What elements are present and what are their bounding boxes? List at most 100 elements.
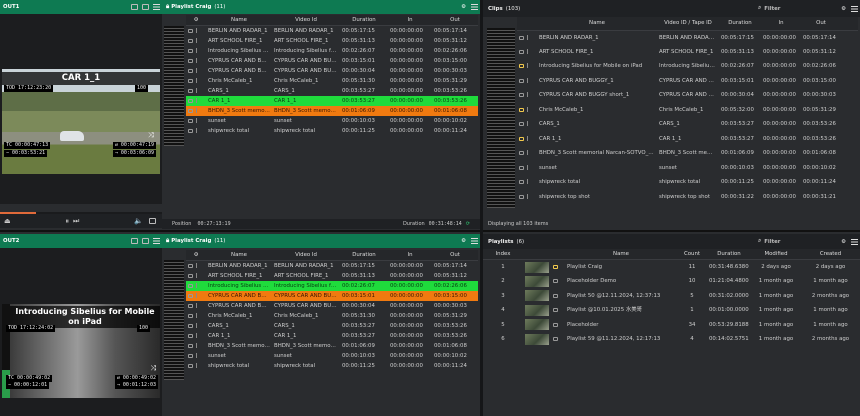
lock-icon[interactable]: [188, 274, 193, 278]
table-row[interactable]: CYPRUS CAR AND BUG... CYPRUS CAR AND BUG.…: [186, 291, 478, 301]
column-header-name[interactable]: Name: [206, 15, 272, 26]
table-row[interactable]: shipwreck total shipwreck total 00:00:11:2…: [186, 361, 478, 371]
column-header-duration[interactable]: Duration: [719, 17, 761, 31]
table-row[interactable]: 3 Playlist 50 @12.11.2024, 12:37:13 5 00:31…: [483, 289, 860, 304]
volume-icon[interactable]: 🔈: [134, 217, 143, 225]
pin-icon[interactable]: [527, 106, 528, 112]
pin-icon[interactable]: [527, 164, 528, 170]
pin-icon[interactable]: [196, 293, 197, 298]
pin-icon[interactable]: [196, 68, 197, 73]
settings-icon[interactable]: ⚙: [461, 238, 466, 244]
column-header-duration[interactable]: Duration: [340, 15, 388, 26]
popout-icon[interactable]: [142, 4, 149, 10]
pin-icon[interactable]: [527, 150, 528, 156]
popout-icon[interactable]: [142, 238, 149, 244]
clips-filter[interactable]: ⌕ Filter: [758, 5, 838, 12]
menu-icon[interactable]: [153, 4, 160, 10]
row-icons[interactable]: [186, 116, 206, 126]
column-header-out[interactable]: Out: [432, 15, 478, 26]
skip-next-icon[interactable]: ⏭: [73, 217, 79, 226]
pin-icon[interactable]: [527, 77, 528, 83]
table-row[interactable]: CYPRUS CAR AND BUGGY_1 CYPRUS CAR AND BUG…: [517, 74, 858, 89]
table-row[interactable]: Chris McCaleb_1 Chris McCaleb_1 00:05:31:3…: [186, 76, 478, 86]
menu-icon[interactable]: [471, 238, 478, 244]
table-row[interactable]: BHDN_3 Scott memorial... BHDN_3 Scott mem…: [186, 341, 478, 351]
column-header-index[interactable]: Index: [483, 249, 523, 260]
row-lock[interactable]: [551, 289, 565, 304]
row-icons[interactable]: [517, 74, 537, 89]
row-icons[interactable]: [517, 30, 537, 45]
lock-icon[interactable]: [519, 49, 524, 54]
row-icons[interactable]: [517, 45, 537, 60]
row-icons[interactable]: [186, 281, 206, 291]
filter-input[interactable]: Filter: [764, 6, 780, 12]
pin-icon[interactable]: [527, 193, 528, 199]
lock-icon[interactable]: [188, 79, 193, 83]
pause-icon[interactable]: ⏸: [66, 217, 70, 226]
column-header-name[interactable]: Name: [206, 250, 272, 261]
menu-icon[interactable]: [851, 5, 858, 12]
lock-icon[interactable]: [519, 136, 524, 141]
lock-icon[interactable]: [188, 89, 193, 93]
row-lock[interactable]: [551, 274, 565, 289]
row-icons[interactable]: [517, 88, 537, 103]
expand-icon[interactable]: [131, 4, 138, 10]
pin-icon[interactable]: [196, 363, 197, 368]
row-icons[interactable]: [186, 321, 206, 331]
lock-icon[interactable]: [519, 180, 524, 185]
column-header-video-id[interactable]: Video ID / Tape ID: [657, 17, 719, 31]
lock-icon[interactable]: [188, 119, 193, 123]
lock-icon[interactable]: [553, 265, 558, 269]
pin-icon[interactable]: [527, 63, 528, 69]
lock-icon[interactable]: [519, 151, 524, 156]
calendar-icon[interactable]: [149, 218, 156, 224]
pin-icon[interactable]: [196, 38, 197, 43]
expand-icon[interactable]: [131, 238, 138, 244]
lock-icon[interactable]: [188, 284, 193, 288]
row-icons[interactable]: [186, 291, 206, 301]
lock-icon[interactable]: [553, 279, 558, 284]
lock-icon[interactable]: [188, 99, 193, 103]
shuffle-icon[interactable]: ⤨: [148, 132, 156, 139]
lock-icon[interactable]: [188, 59, 193, 63]
lock-icon[interactable]: [519, 194, 524, 199]
pin-icon[interactable]: [196, 28, 197, 33]
row-icons[interactable]: [186, 361, 206, 371]
lock-icon[interactable]: [553, 293, 558, 298]
lock-icon[interactable]: [188, 334, 193, 338]
lock-icon[interactable]: [188, 324, 193, 328]
row-icons[interactable]: [186, 76, 206, 86]
lock-icon[interactable]: [519, 122, 524, 127]
table-row[interactable]: shipwreck total shipwreck total 00:00:11:2…: [517, 175, 858, 190]
column-header-name[interactable]: Name: [565, 249, 677, 260]
table-row[interactable]: CAR 1_1 CAR 1_1 00:03:53:27 00:00:00:00 00:0…: [186, 331, 478, 341]
table-row[interactable]: Introducing Sibelius for Mobile on iPad I…: [517, 59, 858, 74]
lock-icon[interactable]: [188, 49, 193, 53]
row-icons[interactable]: [186, 56, 206, 66]
menu-icon[interactable]: [153, 238, 160, 244]
column-header-duration[interactable]: Duration: [707, 249, 751, 260]
pin-icon[interactable]: [196, 333, 197, 338]
pin-icon[interactable]: [196, 108, 197, 113]
pin-icon[interactable]: [196, 88, 197, 93]
lock-icon[interactable]: [553, 308, 558, 313]
table-row[interactable]: ART SCHOOL FIRE_1 ART SCHOOL FIRE_1 00:05:…: [517, 45, 858, 60]
menu-icon[interactable]: [471, 4, 478, 10]
row-icons[interactable]: [517, 161, 537, 176]
table-row[interactable]: CYPRUS CAR AND BUG... CYPRUS CAR AND BUG.…: [186, 56, 478, 66]
settings-icon[interactable]: ⚙: [461, 4, 466, 10]
row-icons[interactable]: [186, 66, 206, 76]
row-icons[interactable]: [517, 59, 537, 74]
lock-icon[interactable]: [553, 337, 558, 342]
pin-icon[interactable]: [196, 343, 197, 348]
column-header-video-id[interactable]: Video Id: [272, 15, 340, 26]
row-lock[interactable]: [551, 303, 565, 318]
pin-icon[interactable]: [196, 273, 197, 278]
table-row[interactable]: 6 Playlist 59 @11.12.2024, 12:17:13 4 00:14…: [483, 332, 860, 347]
lock-icon[interactable]: [519, 64, 524, 69]
pin-icon[interactable]: [196, 58, 197, 63]
row-icons[interactable]: [186, 46, 206, 56]
row-icons[interactable]: [517, 117, 537, 132]
column-header-out[interactable]: Out: [801, 17, 841, 31]
table-row[interactable]: CAR 1_1 CAR 1_1 00:03:53:27 00:00:00:00 00:0…: [186, 96, 478, 106]
